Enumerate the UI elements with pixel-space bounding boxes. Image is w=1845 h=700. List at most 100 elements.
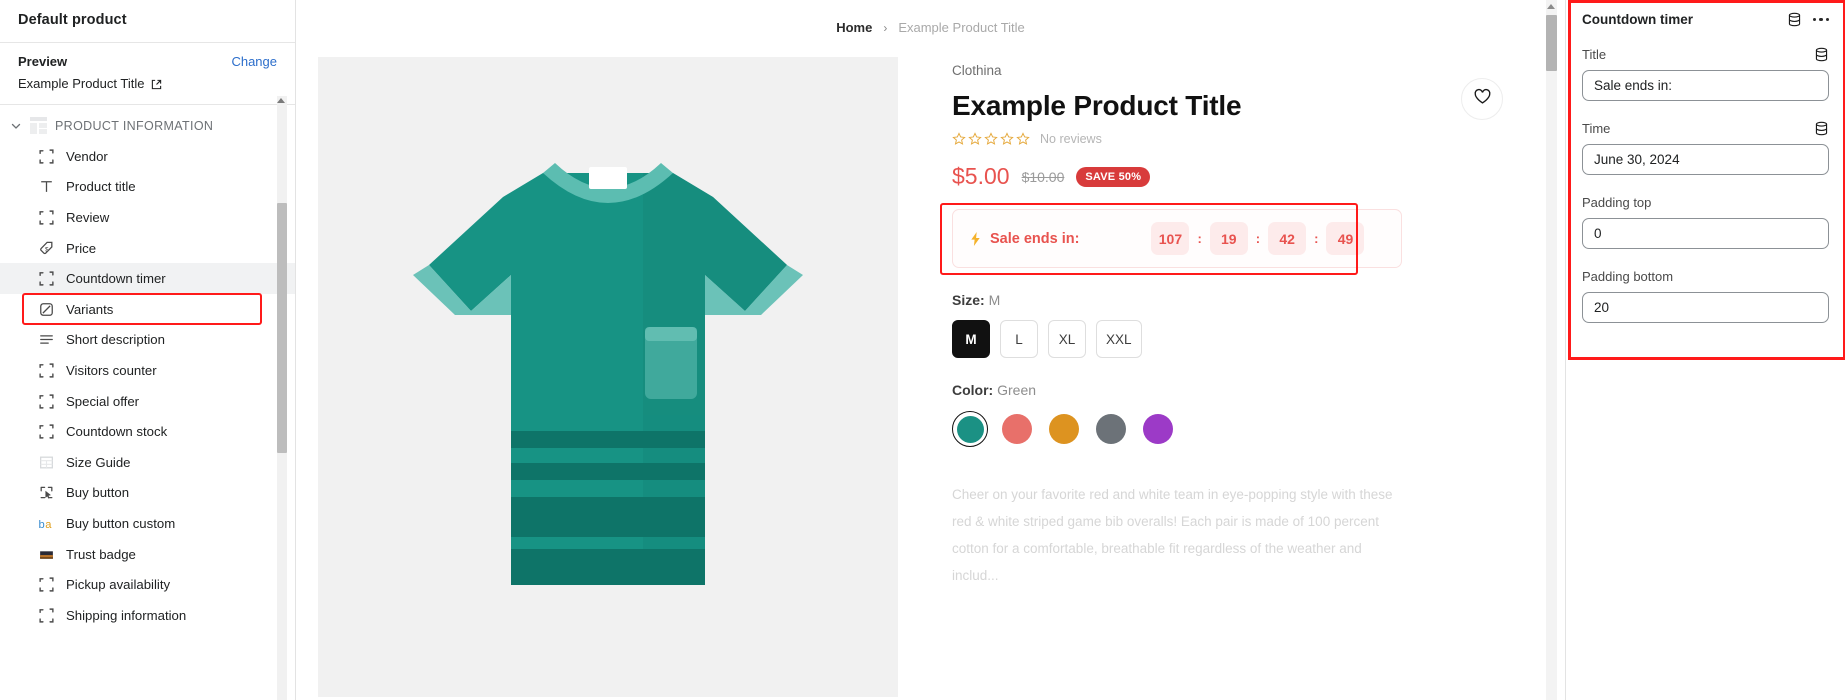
sidebar-item-label: Review — [66, 209, 110, 225]
inspector-title: Countdown timer — [1582, 12, 1693, 27]
sidebar-item-label: Vendor — [66, 148, 108, 164]
sidebar-item-pickup-availability[interactable]: Pickup availability — [0, 569, 295, 600]
sidebar-item-label: Shipping information — [66, 607, 187, 623]
inspector-field-padding-bottom: Padding bottom — [1578, 269, 1833, 323]
lightning-bolt-icon — [969, 231, 982, 247]
preview-scroll-up-arrow-icon[interactable] — [1547, 4, 1555, 9]
star-icon — [1000, 132, 1014, 146]
change-preview-link[interactable]: Change — [231, 54, 277, 69]
color-swatch-purple[interactable] — [1140, 411, 1176, 447]
preview-scrollbar-track[interactable] — [1546, 0, 1557, 700]
color-swatch-gray[interactable] — [1093, 411, 1129, 447]
divider — [0, 104, 295, 105]
size-option-m[interactable]: M — [952, 320, 990, 358]
color-swatch-coral[interactable] — [999, 411, 1035, 447]
sidebar-group-product-information[interactable]: PRODUCT INFORMATION — [0, 110, 295, 141]
inspector-header: Countdown timer — [1578, 10, 1833, 27]
color-swatch-orange[interactable] — [1046, 411, 1082, 447]
sidebar-item-countdown-stock[interactable]: Countdown stock — [0, 416, 295, 447]
app-root: Default product Preview Change Example P… — [0, 0, 1845, 700]
size-label-row: Size: M — [952, 292, 1402, 308]
sidebar-item-vendor[interactable]: Vendor — [0, 141, 295, 172]
countdown-separator: : — [1314, 231, 1319, 246]
countdown-timer-box: Sale ends in: 107 : 19 : 42 : 49 — [952, 209, 1402, 268]
product-description: Cheer on your favorite red and white tea… — [952, 487, 1393, 583]
sidebar-item-label: Variants — [66, 301, 114, 317]
sidebar-title: Default product — [18, 12, 127, 28]
countdown-days: 107 — [1151, 222, 1190, 255]
size-options: M L XL XXL — [952, 320, 1402, 358]
countdown-label-group: Sale ends in: — [969, 231, 1079, 247]
product-gallery[interactable] — [318, 57, 898, 697]
sidebar-item-special-offer[interactable]: Special offer — [0, 386, 295, 417]
database-binding-icon[interactable] — [1814, 47, 1829, 62]
sidebar-item-label: Countdown timer — [66, 271, 166, 287]
sidebar-item-label: Product title — [66, 179, 136, 195]
sidebar-item-review[interactable]: Review — [0, 202, 295, 233]
sidebar-item-trust-badge[interactable]: Trust badge — [0, 539, 295, 570]
sidebar-item-visitors-counter[interactable]: Visitors counter — [0, 355, 295, 386]
size-option-xl[interactable]: XL — [1048, 320, 1086, 358]
time-input[interactable] — [1582, 144, 1829, 175]
star-rating[interactable] — [952, 132, 1030, 146]
svg-text:b: b — [39, 519, 45, 531]
chevron-down-icon[interactable] — [10, 120, 22, 132]
wishlist-button[interactable] — [1461, 78, 1503, 120]
sidebar-scrollbar-thumb[interactable] — [277, 203, 287, 453]
product-vendor: Clothina — [952, 63, 1002, 78]
product-layout: Clothina Example Product Title No review… — [296, 35, 1565, 697]
sidebar-item-label: Special offer — [66, 393, 140, 409]
padding-bottom-input[interactable] — [1582, 292, 1829, 323]
breadcrumb: Home › Example Product Title — [296, 0, 1565, 35]
size-option-xxl[interactable]: XXL — [1096, 320, 1142, 358]
sidebar-item-product-title[interactable]: Product title — [0, 172, 295, 203]
inspector-panel: Countdown timer Title Time — [1565, 0, 1845, 700]
color-selected-value: Green — [997, 382, 1037, 398]
inspector-field-title: Title — [1578, 47, 1833, 101]
placeholder-block-icon — [38, 362, 55, 379]
sidebar-item-buy-button-custom[interactable]: ba Buy button custom — [0, 508, 295, 539]
color-swatch-green[interactable] — [952, 411, 988, 447]
sidebar-item-price[interactable]: $ Price — [0, 233, 295, 264]
external-link-icon[interactable] — [151, 78, 162, 90]
inspector-header-actions — [1787, 12, 1829, 27]
product-compare-price: $10.00 — [1021, 168, 1065, 185]
title-input[interactable] — [1582, 70, 1829, 101]
countdown-separator: : — [1255, 231, 1261, 246]
star-icon — [1016, 132, 1030, 146]
breadcrumb-current: Example Product Title — [898, 20, 1025, 35]
size-selected-value: M — [988, 292, 1001, 308]
sidebar-item-short-description[interactable]: Short description — [0, 325, 295, 356]
placeholder-block-icon — [38, 209, 55, 226]
field-label: Padding top — [1582, 195, 1652, 210]
variants-icon — [38, 301, 55, 318]
text-t-icon — [38, 178, 55, 195]
sidebar-item-shipping-information[interactable]: Shipping information — [0, 600, 295, 631]
sidebar-item-label: Buy button custom — [66, 515, 176, 531]
star-icon — [968, 132, 982, 146]
preview-section: Preview Change Example Product Title — [0, 43, 295, 104]
left-sidebar: Default product Preview Change Example P… — [0, 0, 296, 700]
trust-badge-image-icon — [38, 546, 55, 563]
breadcrumb-separator-icon: › — [883, 20, 888, 35]
preview-label: Preview — [18, 54, 68, 69]
sidebar-item-variants[interactable]: Variants — [0, 294, 295, 325]
more-options-icon[interactable] — [1812, 17, 1829, 22]
sidebar-item-size-guide[interactable]: Size Guide — [0, 447, 295, 478]
database-binding-icon[interactable] — [1814, 121, 1829, 136]
inspector-field-padding-top: Padding top — [1578, 195, 1833, 249]
breadcrumb-home[interactable]: Home — [836, 20, 872, 35]
sidebar-item-buy-button[interactable]: Buy button — [0, 478, 295, 509]
padding-top-input[interactable] — [1582, 218, 1829, 249]
star-icon — [984, 132, 998, 146]
product-information-icon — [30, 117, 47, 134]
database-binding-icon[interactable] — [1787, 12, 1802, 27]
scroll-up-arrow-icon[interactable] — [277, 98, 285, 103]
color-swatches — [952, 411, 1402, 447]
preview-scrollbar-thumb[interactable] — [1546, 15, 1557, 71]
sidebar-item-countdown-timer[interactable]: Countdown timer — [0, 263, 295, 294]
cursor-click-icon — [38, 484, 55, 501]
size-option-l[interactable]: L — [1000, 320, 1038, 358]
reviews-count-label: No reviews — [1040, 132, 1102, 146]
countdown-timer-block: Sale ends in: 107 : 19 : 42 : 49 — [940, 203, 1402, 275]
